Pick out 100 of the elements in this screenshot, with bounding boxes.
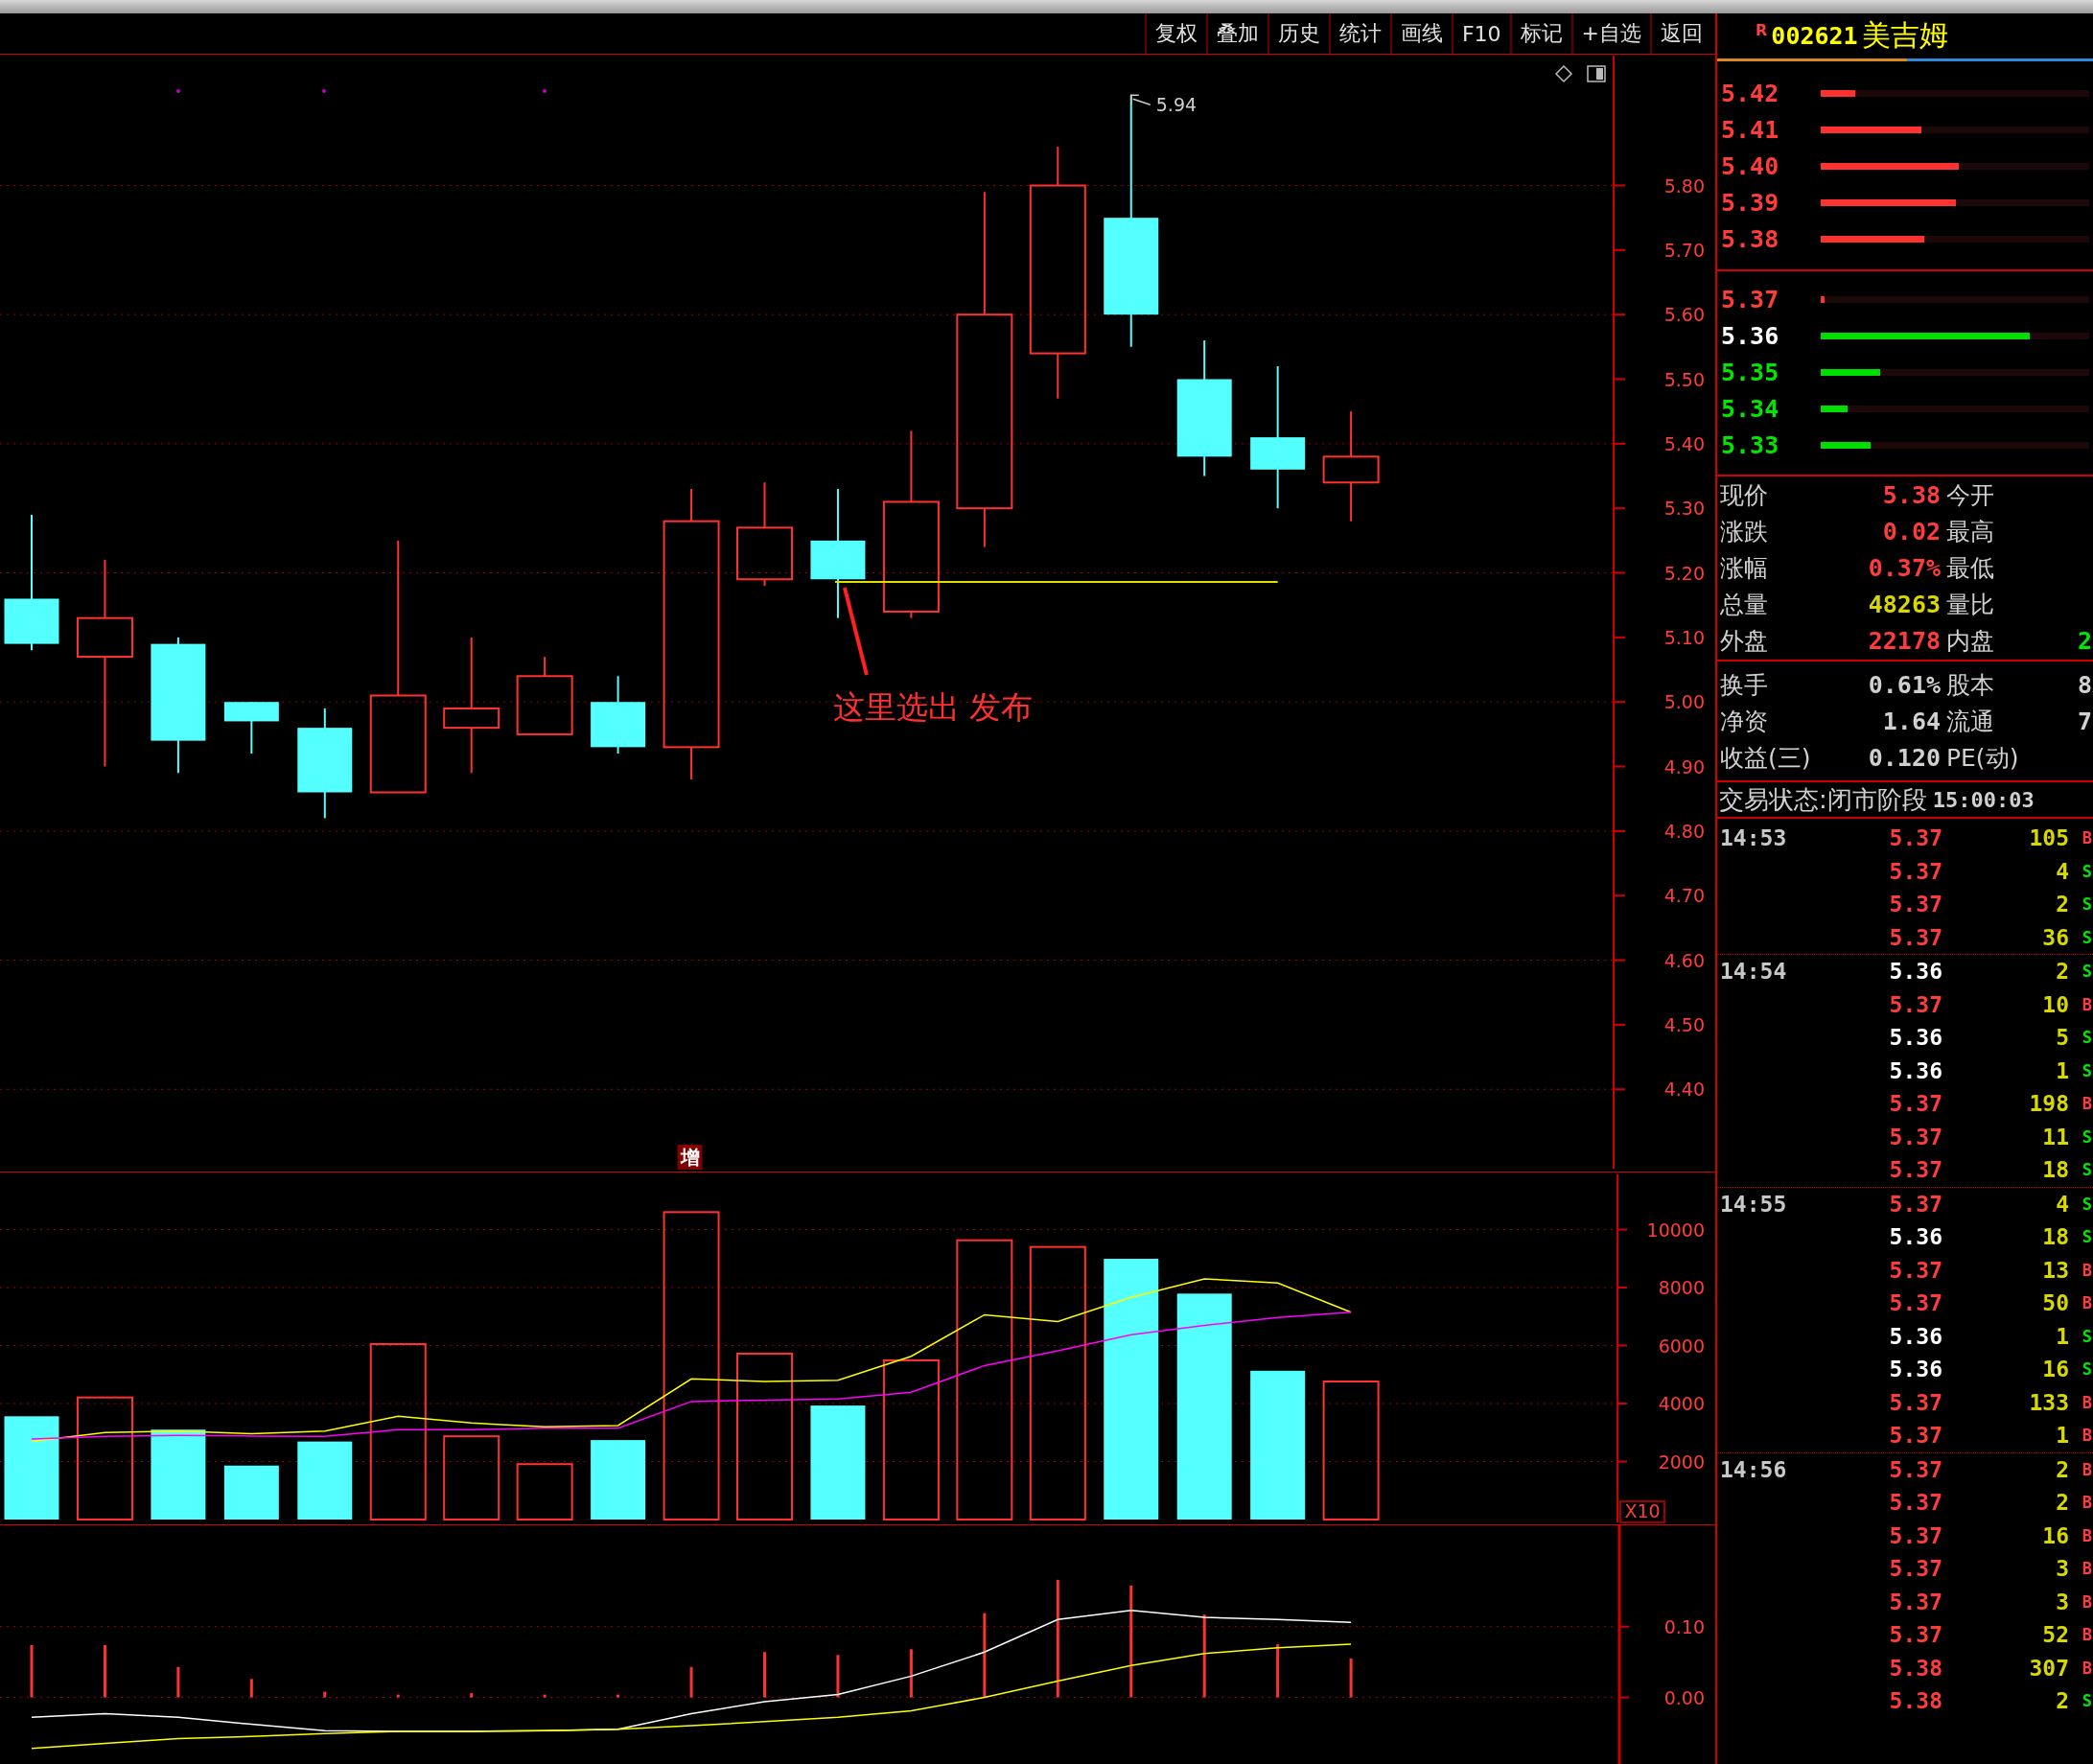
- indicator-bar: [103, 1644, 106, 1698]
- tick-side: B: [2081, 1094, 2093, 1114]
- order-price: 5.41: [1720, 115, 1780, 144]
- tick-volume: 307: [2028, 1655, 2069, 1681]
- tick-volume: 16: [2041, 1522, 2069, 1548]
- diamond-icon[interactable]: [1554, 64, 1573, 83]
- tick-price: 5.37: [1888, 892, 1942, 917]
- tick-side: S: [2081, 1359, 2093, 1380]
- stat-value: 0.120: [1867, 743, 1941, 772]
- indicator-bar: [543, 1694, 547, 1698]
- stat-value: 48263: [1867, 590, 1941, 618]
- tick-price: 5.37: [1888, 1622, 1942, 1648]
- axis-label: 2000: [1658, 1451, 1705, 1473]
- axis-label: 4.80: [1663, 820, 1705, 842]
- candle: [223, 701, 279, 755]
- tick-time: 14:56: [1719, 1456, 1788, 1482]
- indicator-bar: [249, 1679, 253, 1698]
- tick-price: 5.37: [1888, 1191, 1942, 1217]
- tick-volume: 2: [2055, 1456, 2069, 1482]
- status-value: 闭市阶段: [1826, 783, 1927, 816]
- tick-volume: 4: [2055, 858, 2069, 884]
- tick-volume: 133: [2028, 1389, 2069, 1415]
- stock-name: 美吉姆: [1861, 17, 1948, 54]
- tick-volume: 4: [2055, 1191, 2069, 1217]
- tick-price: 5.36: [1888, 959, 1942, 985]
- tick-side: B: [2081, 828, 2093, 848]
- tick-price: 5.37: [1888, 1423, 1942, 1449]
- stat-value: 0.37%: [1867, 553, 1941, 582]
- tick-side: S: [2081, 1227, 2093, 1247]
- axis-label: 4.70: [1663, 885, 1705, 907]
- tick-time: 14:53: [1719, 825, 1788, 851]
- stat-value: 0.02: [1881, 517, 1941, 545]
- tick-volume: 1: [2055, 1057, 2069, 1083]
- axis-label: 5.80: [1663, 174, 1705, 197]
- stat-label: 股本: [1945, 669, 1995, 701]
- indicator-bar: [763, 1652, 766, 1698]
- stat-label: 净资: [1719, 706, 1769, 737]
- axis-label: 5.60: [1663, 304, 1705, 326]
- tick-volume: 18: [2041, 1157, 2069, 1183]
- tick-volume: 1: [2055, 1323, 2069, 1349]
- axis-label: 5.10: [1663, 626, 1705, 648]
- axis-label: 5.00: [1663, 691, 1705, 713]
- tick-side: B: [2081, 1459, 2093, 1479]
- tick-price: 5.37: [1888, 1490, 1942, 1516]
- annotation-text: 这里选出 发布: [832, 687, 1034, 726]
- order-price: 5.35: [1720, 358, 1780, 386]
- axis-label: 5.40: [1663, 432, 1705, 454]
- tick-side: B: [2081, 1260, 2093, 1280]
- indicator-bar: [176, 1666, 180, 1698]
- tick-side: S: [2081, 1691, 2093, 1711]
- tick-side: B: [2081, 1426, 2093, 1446]
- axis-label: 8000: [1658, 1277, 1705, 1298]
- tick-price: 5.38: [1888, 1655, 1942, 1681]
- tick-volume: 13: [2041, 1257, 2069, 1283]
- tick-side: B: [2081, 1559, 2093, 1579]
- axis-label: 5.70: [1663, 239, 1705, 261]
- tick-price: 5.37: [1888, 858, 1942, 884]
- stat-label: 涨跌: [1719, 516, 1769, 547]
- tick-price: 5.37: [1888, 1556, 1942, 1582]
- tick-volume: 3: [2055, 1589, 2069, 1614]
- tick-price: 5.37: [1888, 1389, 1942, 1415]
- tick-volume: 105: [2028, 825, 2069, 851]
- marker-dot: [176, 89, 180, 93]
- tick-volume: 2: [2055, 892, 2069, 917]
- tick-side: S: [2081, 962, 2093, 982]
- indicator-bar: [909, 1649, 913, 1698]
- tick-price: 5.36: [1888, 1025, 1942, 1051]
- indicator-bar: [396, 1694, 400, 1698]
- axis-label: 4.50: [1663, 1013, 1705, 1035]
- tick-price: 5.37: [1888, 1456, 1942, 1482]
- tick-side: S: [2081, 927, 2093, 947]
- tick-side: B: [2081, 1293, 2093, 1313]
- tick-price: 5.37: [1888, 825, 1942, 851]
- stat-label: 换手: [1719, 669, 1769, 701]
- tick-volume: 1: [2055, 1423, 2069, 1449]
- stat-value: 22178: [1867, 626, 1941, 655]
- axis-label: 0.10: [1663, 1615, 1705, 1637]
- panel-icon[interactable]: [1587, 65, 1606, 82]
- stat-value: 8: [2077, 670, 2093, 699]
- stat-label: 收益(三): [1719, 742, 1812, 774]
- event-tag[interactable]: 增: [677, 1145, 703, 1170]
- axis-label: 10000: [1646, 1219, 1705, 1241]
- tick-price: 5.37: [1888, 924, 1942, 950]
- tick-side: B: [2081, 1493, 2093, 1513]
- tick-side: B: [2081, 1625, 2093, 1645]
- axis-label: 4.40: [1663, 1079, 1705, 1101]
- tick-price: 5.36: [1888, 1057, 1942, 1083]
- tick-side: S: [2081, 1160, 2093, 1180]
- volume-bar: [516, 1463, 573, 1520]
- tick-time: 14:54: [1719, 959, 1788, 985]
- order-price: 5.42: [1720, 79, 1780, 107]
- tick-volume: 52: [2041, 1622, 2069, 1648]
- tick-side: B: [2081, 994, 2093, 1014]
- indicator-bar: [323, 1691, 327, 1698]
- marker-dot: [543, 89, 547, 93]
- stock-code: 002621: [1771, 22, 1858, 50]
- rating-label: R: [1756, 21, 1768, 39]
- order-price: 5.33: [1720, 430, 1780, 459]
- axis-label: 6000: [1658, 1335, 1705, 1357]
- tick-price: 5.37: [1888, 1290, 1942, 1316]
